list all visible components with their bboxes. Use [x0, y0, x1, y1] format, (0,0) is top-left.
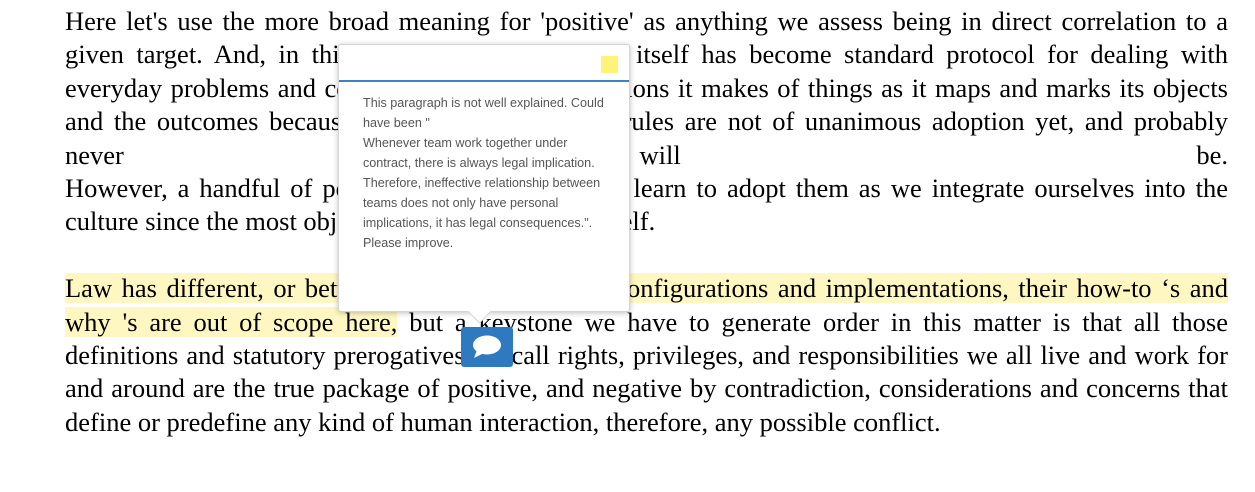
paragraph-2: However, a handful of positive rules exi… — [65, 173, 1228, 237]
comment-text: This paragraph is not well explained. Co… — [363, 96, 604, 250]
paragraph-3: Law has different, or better said multip… — [65, 272, 1228, 439]
comment-bubble-icon[interactable] — [461, 327, 513, 367]
comment-popup[interactable]: This paragraph is not well explained. Co… — [338, 44, 630, 324]
comment-popup-header — [339, 45, 629, 82]
color-swatch-button[interactable] — [601, 56, 618, 73]
document-body: Here let's use the more broad meaning fo… — [65, 5, 1228, 439]
paragraph-1: Here let's use the more broad meaning fo… — [65, 6, 1228, 170]
